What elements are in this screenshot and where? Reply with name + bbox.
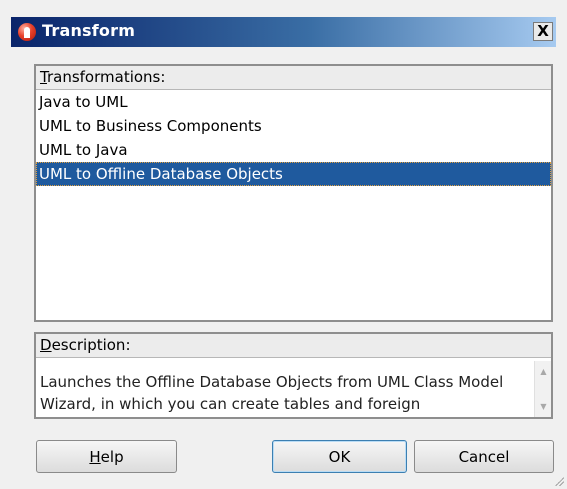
description-header: Description:	[36, 334, 551, 358]
list-item-java-to-uml[interactable]: Java to UML	[36, 90, 551, 114]
description-text: Launches the Offline Database Objects fr…	[40, 373, 504, 413]
transformations-header: Transformations:	[36, 66, 551, 90]
transformations-panel: Transformations: Java to UML UML to Busi…	[34, 64, 553, 322]
description-scrollbar[interactable]: ▲ ▼	[534, 361, 551, 417]
cancel-button[interactable]: Cancel	[414, 440, 554, 473]
ok-button[interactable]: OK	[272, 440, 407, 473]
scroll-down-icon[interactable]: ▼	[535, 398, 552, 415]
resize-grip-icon[interactable]	[554, 476, 564, 486]
app-icon	[18, 23, 36, 41]
scroll-up-icon[interactable]: ▲	[535, 363, 552, 380]
transformations-header-label: ransformations:	[46, 68, 166, 86]
help-button[interactable]: Help	[36, 440, 177, 473]
list-item-uml-to-java[interactable]: UML to Java	[36, 138, 551, 162]
help-button-mnemonic: H	[89, 447, 101, 466]
list-item-uml-to-offline-database-objects[interactable]: UML to Offline Database Objects	[36, 162, 551, 186]
description-header-mnemonic: D	[40, 336, 52, 354]
list-item-uml-to-business-components[interactable]: UML to Business Components	[36, 114, 551, 138]
transformations-header-mnemonic: T	[40, 68, 47, 86]
close-icon[interactable]: X	[533, 22, 553, 41]
description-panel: Description: Launches the Offline Databa…	[34, 332, 553, 419]
title-bar[interactable]: Transform X	[11, 17, 556, 47]
transformations-list: Java to UML UML to Business Components U…	[36, 90, 551, 186]
window-title: Transform	[42, 21, 136, 40]
transform-dialog: Transform X Transformations: Java to UML…	[0, 0, 567, 489]
description-header-label: escription:	[51, 336, 131, 354]
help-button-label: elp	[100, 447, 124, 466]
